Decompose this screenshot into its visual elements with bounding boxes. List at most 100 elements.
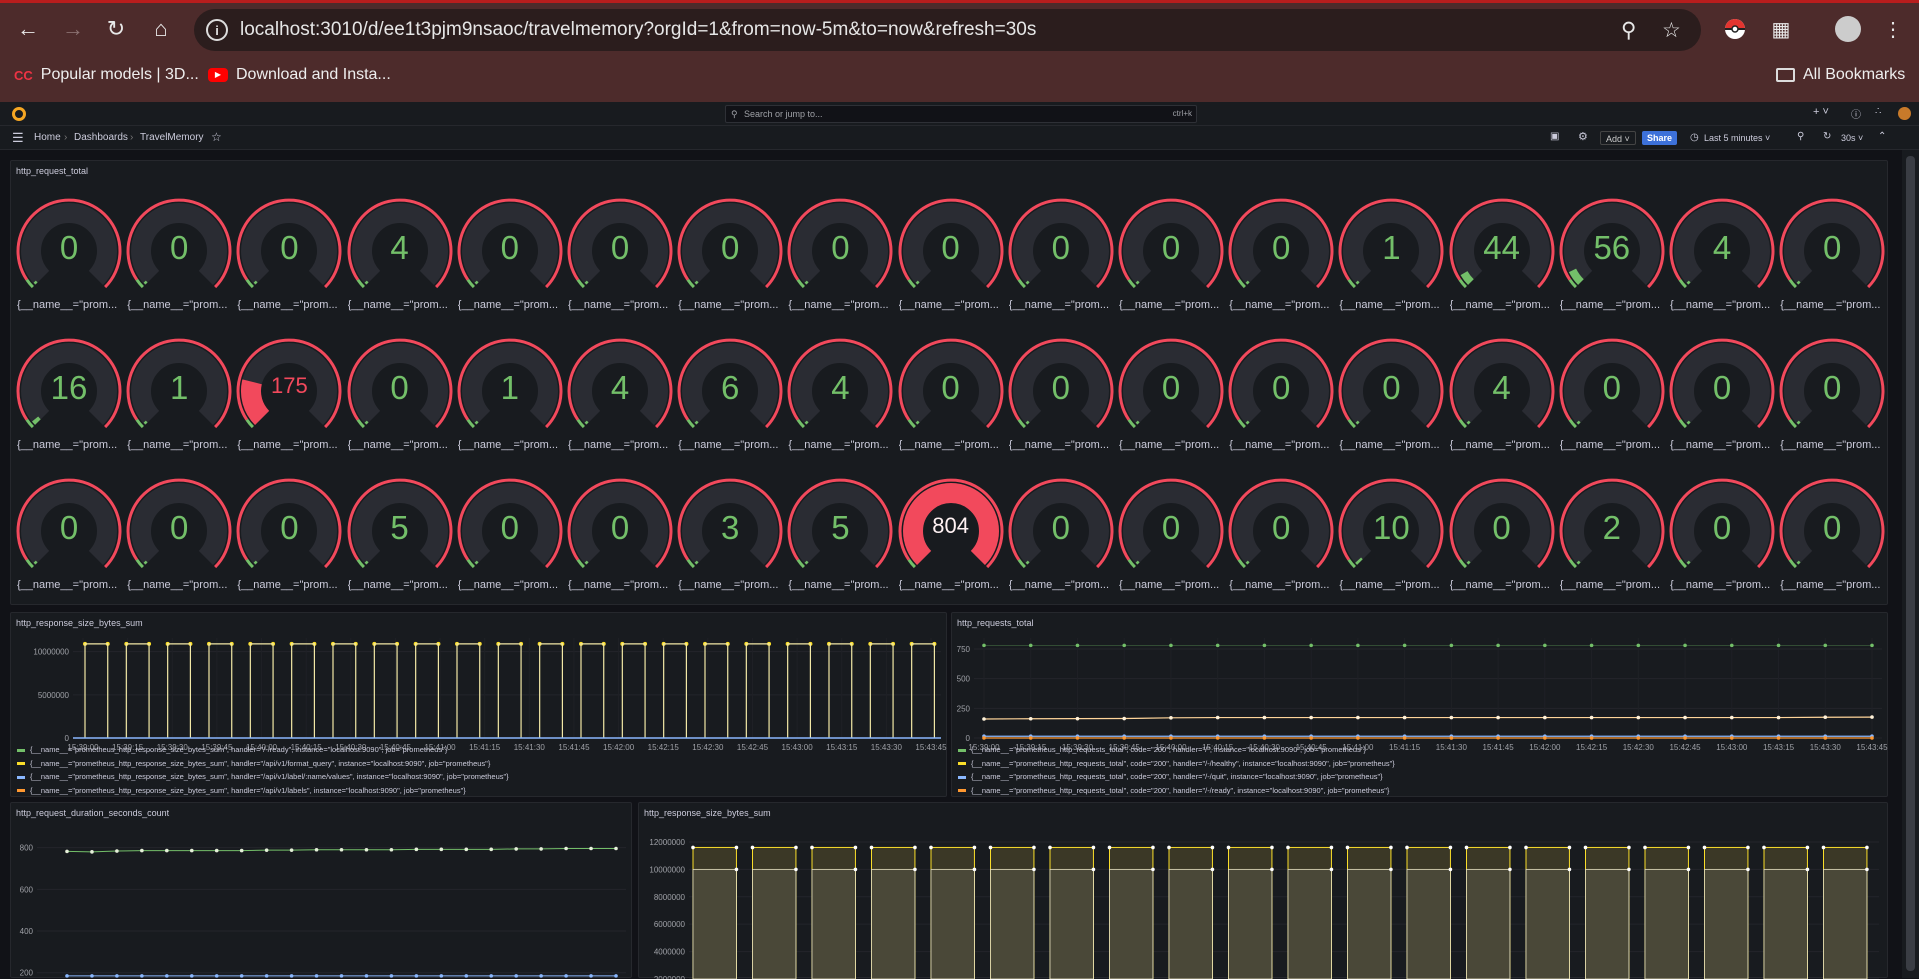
breadcrumb-dashboards[interactable]: Dashboards <box>74 132 128 143</box>
home-icon[interactable]: ⌂ <box>146 14 176 44</box>
data-point <box>364 847 369 852</box>
panel-title[interactable]: http_request_total <box>16 166 88 176</box>
gauge-label: {__name__="prom... <box>1339 439 1440 451</box>
duration-count-chart[interactable]: 200 400 600 800 <box>11 823 633 979</box>
pokeball-extension-icon[interactable] <box>1722 16 1748 42</box>
legend-item[interactable]: {__name__="prometheus_http_requests_tota… <box>958 745 1366 754</box>
data-point <box>464 847 469 852</box>
panel-title[interactable]: http_request_duration_seconds_count <box>16 808 169 818</box>
gauge-value-arc <box>32 416 41 425</box>
data-point <box>539 974 543 978</box>
zoom-icon[interactable]: ⚲ <box>1621 18 1636 43</box>
menu-icon[interactable]: ☰ <box>12 130 24 146</box>
settings-gear-icon[interactable]: ⚙ <box>1578 130 1588 143</box>
all-bookmarks-button[interactable]: All Bookmarks <box>1776 66 1905 84</box>
gauge-label: {__name__="prom... <box>1229 299 1330 311</box>
page-scrollbar[interactable] <box>1902 150 1919 978</box>
search-shortcut: ctrl+k <box>1172 109 1192 118</box>
news-icon[interactable]: ∴ <box>1875 106 1881 117</box>
response-size-chart[interactable]: 050000001000000015:39:00 15:39:15 15:39:30… <box>11 633 948 758</box>
folder-icon <box>1776 68 1795 82</box>
bookmark-item[interactable]: ▶ Download and Insta... <box>208 66 391 84</box>
panel-title[interactable]: http_requests_total <box>957 618 1034 628</box>
x-tick-label: 15:43:45 <box>915 743 947 752</box>
address-bar[interactable]: i localhost:3010/d/ee1t3pjm9nsaoc/travel… <box>194 9 1701 51</box>
gauge-label: {__name__="prom... <box>1339 579 1440 591</box>
breadcrumb-home[interactable]: Home <box>34 132 61 143</box>
data-point <box>794 867 798 872</box>
gauge-value: 1 <box>170 369 189 406</box>
data-point <box>1464 845 1469 850</box>
legend-item[interactable]: {__name__="prometheus_http_requests_tota… <box>958 786 1389 795</box>
help-icon[interactable]: ⓘ <box>1851 106 1861 121</box>
data-point <box>1075 643 1080 648</box>
data-point <box>1169 736 1173 740</box>
data-point <box>314 974 319 978</box>
search-input[interactable]: ⚲ Search or jump to... ctrl+k <box>725 105 1197 123</box>
response-size-bars-chart[interactable]: 2000000 4000000 6000000 8000000 10000000 1200… <box>639 823 1889 979</box>
gauge-value: 2 <box>1602 509 1621 546</box>
x-tick-label: 15:42:45 <box>737 743 769 752</box>
data-point <box>414 847 419 852</box>
gauge-value: 4 <box>1712 229 1732 266</box>
scrollbar-thumb[interactable] <box>1906 156 1915 971</box>
add-button[interactable]: Add ˅ <box>1600 131 1636 145</box>
data-point <box>589 974 593 978</box>
data-point <box>1683 715 1687 720</box>
y-tick-label: 6000000 <box>654 920 686 929</box>
panel-title[interactable]: http_response_size_bytes_sum <box>644 808 771 818</box>
legend-item[interactable]: {__name__="prometheus_http_response_size… <box>17 759 490 768</box>
forward-icon[interactable]: → <box>58 14 88 44</box>
data-point <box>1389 845 1393 850</box>
zoom-out-icon[interactable]: ⚲ <box>1797 131 1804 142</box>
url-text[interactable]: localhost:3010/d/ee1t3pjm9nsaoc/travelme… <box>240 19 1036 41</box>
legend-item[interactable]: {__name__="prometheus_http_response_size… <box>17 745 447 754</box>
save-icon[interactable]: ▣ <box>1550 131 1559 142</box>
gauge-value: 0 <box>1712 369 1732 406</box>
bookmark-item[interactable]: CC Popular models | 3D... <box>14 66 199 84</box>
bookmark-star-icon[interactable]: ☆ <box>1662 18 1681 43</box>
data-point <box>1805 867 1810 872</box>
legend-item[interactable]: {__name__="prometheus_http_response_size… <box>17 786 466 795</box>
gauge-value: 0 <box>1823 229 1842 266</box>
gauge-value: 4 <box>831 369 850 406</box>
user-avatar[interactable] <box>1898 107 1911 120</box>
y-tick-label: 10000000 <box>649 865 685 874</box>
data-point <box>1032 845 1036 850</box>
x-tick-label: 15:42:00 <box>1529 743 1561 752</box>
data-point <box>988 845 993 850</box>
legend-item[interactable]: {__name__="prometheus_http_response_size… <box>17 772 509 781</box>
reload-icon[interactable]: ↻ <box>101 14 131 44</box>
gauge: 1 {__name__="prom... <box>1336 181 1446 321</box>
back-icon[interactable]: ← <box>13 14 43 44</box>
gauge-label: {__name__="prom... <box>568 579 669 591</box>
requests-total-chart[interactable]: 025050075015:39:00 15:39:15 15:39:30 15:39:… <box>952 633 1889 758</box>
data-point <box>564 974 568 978</box>
data-point <box>165 974 169 978</box>
add-plus-icon[interactable]: + ˅ <box>1813 106 1829 118</box>
share-button[interactable]: Share <box>1642 131 1678 145</box>
data-point <box>1821 845 1826 850</box>
gauge: 0 {__name__="prom... <box>1006 321 1116 461</box>
refresh-interval-picker[interactable]: 30s ˅ <box>1841 133 1863 143</box>
data-point <box>514 974 518 978</box>
data-point <box>734 845 739 850</box>
legend-item[interactable]: {__name__="prometheus_http_requests_tota… <box>958 759 1395 768</box>
panel-title[interactable]: http_response_size_bytes_sum <box>16 618 143 628</box>
site-info-icon[interactable]: i <box>206 19 228 41</box>
data-point <box>1075 716 1080 721</box>
refresh-icon[interactable]: ↻ <box>1823 131 1831 142</box>
time-range-picker[interactable]: Last 5 minutes ˅ <box>1704 133 1770 143</box>
gauge-value: 0 <box>1051 369 1070 406</box>
browser-menu-icon[interactable]: ⋮ <box>1880 16 1906 42</box>
gauge-value: 0 <box>500 229 519 266</box>
legend-item[interactable]: {__name__="prometheus_http_requests_tota… <box>958 772 1383 781</box>
extensions-icon[interactable]: ▦ <box>1768 16 1794 42</box>
data-point <box>1075 736 1080 740</box>
star-icon[interactable]: ☆ <box>211 130 222 144</box>
legend-swatch <box>958 748 966 752</box>
grafana-logo-icon[interactable] <box>12 107 26 121</box>
collapse-icon[interactable]: ⌃ <box>1878 131 1886 142</box>
profile-avatar[interactable] <box>1835 16 1861 42</box>
legend-text: {__name__="prometheus_http_response_size… <box>30 745 448 754</box>
